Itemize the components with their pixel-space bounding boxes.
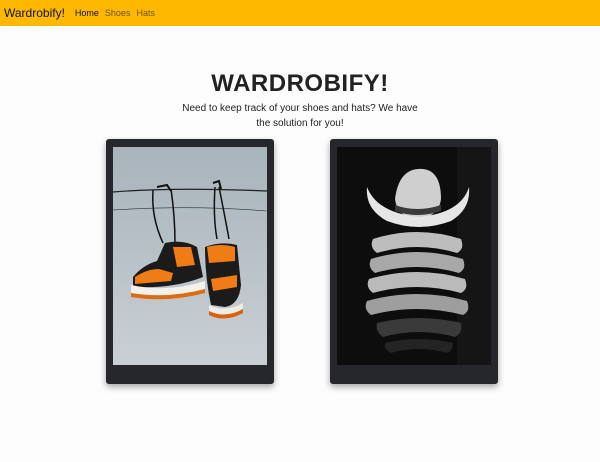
hats-card[interactable]	[330, 139, 498, 384]
nav-link-hats[interactable]: Hats	[136, 8, 155, 18]
sneakers-photo	[113, 147, 267, 365]
hats-photo	[337, 147, 491, 365]
nav-link-shoes[interactable]: Shoes	[105, 8, 131, 18]
navbar-brand[interactable]: Wardrobify!	[4, 6, 65, 20]
page-subtitle: Need to keep track of your shoes and hat…	[182, 103, 418, 129]
shoes-card[interactable]	[106, 139, 274, 384]
top-navbar: Wardrobify! Home Shoes Hats	[0, 0, 600, 26]
page-title: WARDROBIFY!	[211, 70, 389, 97]
nav-link-home[interactable]: Home	[75, 8, 99, 18]
